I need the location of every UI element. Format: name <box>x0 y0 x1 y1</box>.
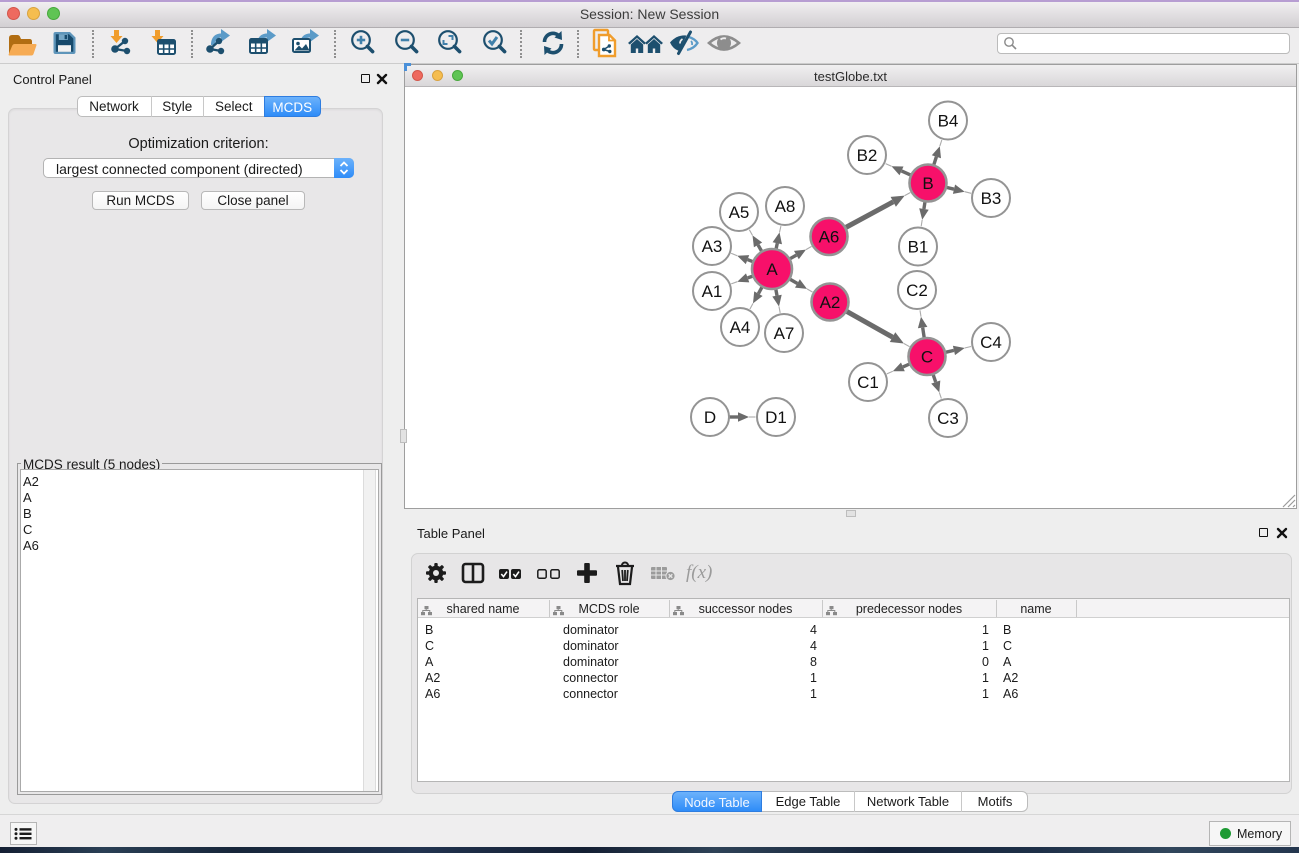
svg-text:D: D <box>704 408 716 427</box>
svg-text:A: A <box>766 260 778 279</box>
svg-text:C: C <box>921 348 933 367</box>
svg-text:B1: B1 <box>908 238 929 257</box>
svg-text:A1: A1 <box>702 282 723 301</box>
svg-text:B4: B4 <box>938 112 959 131</box>
svg-text:A4: A4 <box>730 318 751 337</box>
svg-text:B: B <box>922 174 933 193</box>
svg-text:A2: A2 <box>820 293 841 312</box>
svg-text:C4: C4 <box>980 333 1002 352</box>
svg-text:D1: D1 <box>765 408 787 427</box>
svg-text:A8: A8 <box>775 197 796 216</box>
svg-text:A5: A5 <box>729 203 750 222</box>
svg-text:C2: C2 <box>906 281 928 300</box>
svg-text:B3: B3 <box>981 189 1002 208</box>
svg-text:A6: A6 <box>819 228 840 247</box>
svg-text:C1: C1 <box>857 373 879 392</box>
svg-text:A7: A7 <box>774 324 795 343</box>
svg-text:A3: A3 <box>702 237 723 256</box>
svg-text:B2: B2 <box>857 146 878 165</box>
svg-text:C3: C3 <box>937 409 959 428</box>
